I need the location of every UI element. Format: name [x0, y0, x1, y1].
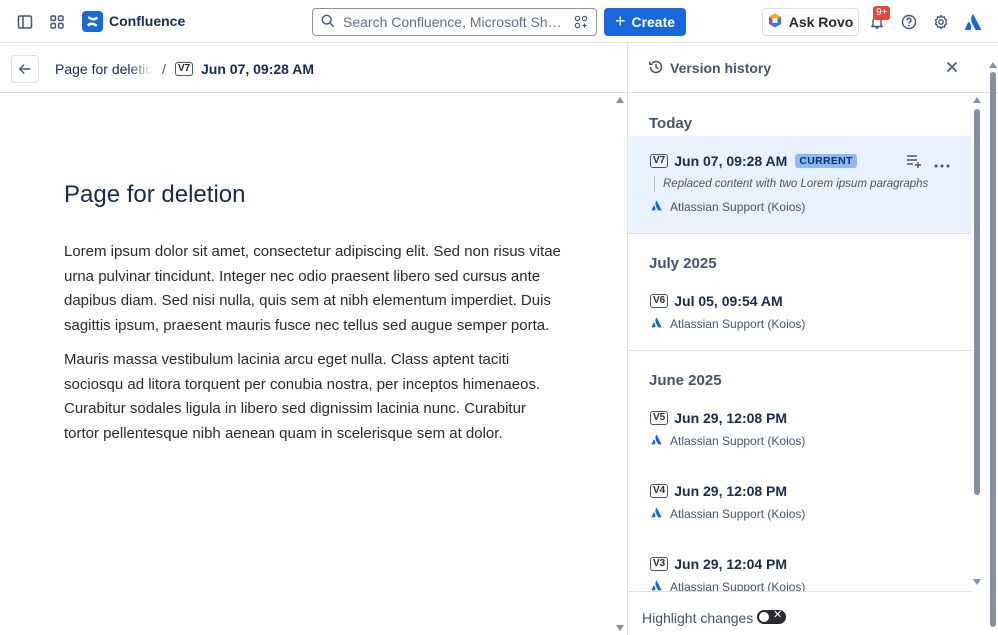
version-tag: V3	[650, 557, 669, 571]
breadcrumb-separator: /	[162, 61, 166, 77]
panel-title: Version history	[670, 60, 772, 76]
version-tag: V4	[650, 484, 669, 498]
version-list: Today V7 Jun 07, 09:28 AM CURRENT Replac…	[628, 93, 971, 591]
app-name[interactable]: Confluence	[109, 13, 185, 29]
page-content: Page for deletion Lorem ipsum dolor sit …	[64, 180, 564, 447]
version-author: Atlassian Support (Koios)	[651, 580, 805, 591]
atlassian-icon	[651, 434, 662, 448]
highlight-changes-toggle[interactable]: ✕	[757, 609, 786, 624]
search-placeholder: Search Confluence, Microsoft Share...	[343, 14, 569, 30]
search-input[interactable]: Search Confluence, Microsoft Share...	[312, 8, 597, 36]
current-lozenge: CURRENT	[795, 154, 857, 168]
version-author: Atlassian Support (Koios)	[651, 200, 805, 214]
paragraph: Mauris massa vestibulum lacinia arcu ege…	[64, 350, 541, 442]
rovo-icon	[768, 13, 782, 31]
version-author: Atlassian Support (Koios)	[651, 317, 805, 331]
toggle-off-icon: ✕	[773, 609, 783, 621]
history-scroll-down-icon[interactable]	[973, 579, 981, 585]
ask-rovo-button[interactable]: Ask Rovo	[762, 8, 859, 36]
back-button[interactable]	[11, 55, 39, 83]
breadcrumb-version-tag: V7	[175, 62, 194, 76]
atlassian-icon	[651, 200, 662, 214]
plus-icon: +	[614, 11, 626, 31]
version-date: Jun 29, 12:08 PM	[674, 410, 788, 426]
ask-rovo-label: Ask Rovo	[788, 14, 854, 30]
version-tag: V5	[650, 411, 669, 425]
version-item-v5[interactable]: V5 Jun 29, 12:08 PM Atlassian Support (K…	[628, 393, 971, 453]
version-date: Jun 29, 12:08 PM	[674, 483, 788, 499]
page-title: Page for deletion	[64, 181, 246, 208]
version-author: Atlassian Support (Koios)	[651, 434, 805, 448]
divider	[628, 350, 971, 351]
panel-header: Version history	[628, 43, 998, 93]
app-switcher-icon[interactable]	[45, 10, 69, 34]
version-tag: V7	[650, 154, 669, 168]
highlight-changes-label: Highlight changes	[642, 610, 754, 626]
group-heading-june-2025: June 2025	[649, 372, 722, 389]
atlassian-icon	[651, 317, 662, 331]
help-icon[interactable]	[897, 10, 921, 34]
page-header: Page for deletion / V7 Jun 07, 09:28 AM	[0, 43, 627, 93]
content-scroll-up-icon[interactable]	[616, 97, 624, 103]
close-icon[interactable]	[944, 59, 960, 78]
author-name: Atlassian Support (Koios)	[670, 200, 806, 214]
version-tag: V6	[650, 294, 669, 308]
author-name: Atlassian Support (Koios)	[670, 434, 806, 448]
version-date: Jun 07, 09:28 AM	[674, 153, 788, 169]
create-label: Create	[631, 14, 676, 30]
restore-version-icon[interactable]	[906, 154, 922, 171]
confluence-logo-icon[interactable]	[82, 11, 103, 32]
sidebar-toggle-icon[interactable]	[13, 10, 37, 34]
create-button[interactable]: + Create	[604, 8, 686, 36]
version-actions	[906, 154, 950, 171]
version-history-panel: Version history Today V7 Jun 07, 09:28 A…	[627, 43, 998, 635]
toggle-knob	[759, 612, 769, 622]
atlassian-icon	[651, 507, 662, 521]
version-date: Jun 29, 12:04 PM	[674, 556, 788, 572]
version-item-v4[interactable]: V4 Jun 29, 12:08 PM Atlassian Support (K…	[628, 466, 971, 526]
group-heading-july-2025: July 2025	[649, 255, 717, 272]
author-name: Atlassian Support (Koios)	[670, 317, 806, 331]
top-navigation: Confluence Search Confluence, Microsoft …	[0, 0, 998, 43]
filter-icon[interactable]	[574, 15, 588, 32]
divider	[628, 233, 971, 234]
panel-footer: Highlight changes ✕	[628, 591, 971, 635]
notification-badge: 9+	[873, 6, 891, 20]
window-scroll-up-icon[interactable]	[989, 62, 997, 68]
history-scroll-up-icon[interactable]	[973, 97, 981, 103]
version-item-v7[interactable]: V7 Jun 07, 09:28 AM CURRENT Replaced con…	[628, 136, 971, 233]
version-item-v6[interactable]: V6 Jul 05, 09:54 AM Atlassian Support (K…	[628, 276, 971, 336]
breadcrumb-version-date: Jun 07, 09:28 AM	[201, 61, 315, 77]
window-scrollbar-thumb[interactable]	[990, 72, 996, 627]
breadcrumb-page-link[interactable]: Page for deletion	[55, 61, 153, 77]
version-description: Replaced content with two Lorem ipsum pa…	[654, 176, 928, 192]
content-scroll-down-icon[interactable]	[616, 625, 624, 631]
author-name: Atlassian Support (Koios)	[670, 507, 806, 521]
more-actions-icon[interactable]	[934, 155, 950, 171]
atlassian-logo-icon[interactable]	[961, 10, 985, 34]
version-author: Atlassian Support (Koios)	[651, 507, 805, 521]
group-heading-today: Today	[649, 115, 693, 132]
search-icon	[321, 14, 335, 31]
paragraph: Lorem ipsum dolor sit amet, consectetur …	[64, 243, 561, 335]
atlassian-icon	[651, 580, 662, 591]
settings-icon[interactable]	[929, 10, 953, 34]
history-icon	[648, 59, 664, 78]
history-scrollbar-thumb[interactable]	[974, 109, 980, 495]
author-name: Atlassian Support (Koios)	[670, 580, 806, 591]
version-date: Jul 05, 09:54 AM	[674, 293, 783, 309]
version-item-v3[interactable]: V3 Jun 29, 12:04 PM Atlassian Support (K…	[628, 539, 971, 591]
arrow-left-icon	[19, 64, 31, 74]
